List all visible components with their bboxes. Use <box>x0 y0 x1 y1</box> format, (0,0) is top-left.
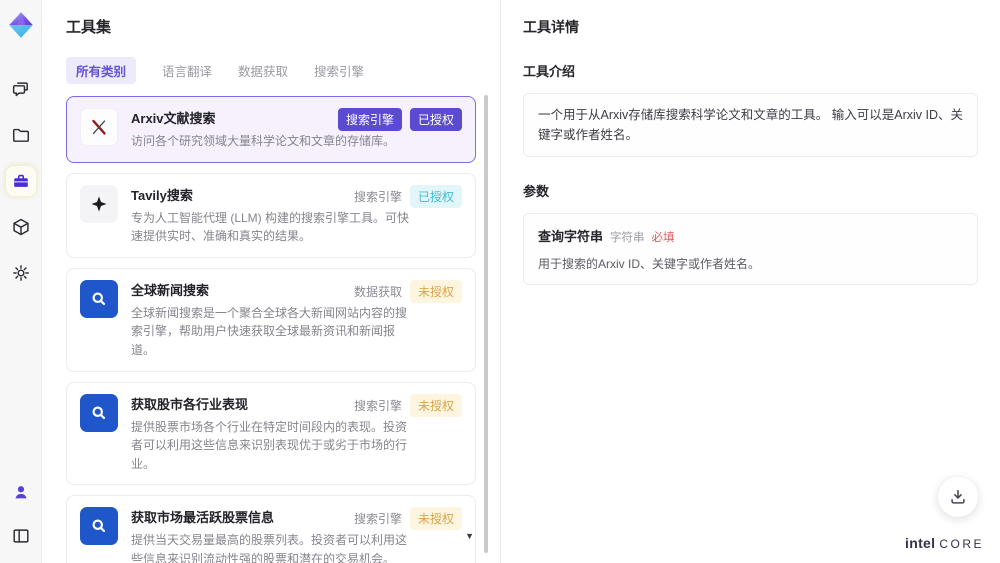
sidebar-item-models[interactable] <box>6 212 36 242</box>
gear-icon <box>12 265 29 281</box>
tool-card[interactable]: Arxiv文献搜索 访问各个研究领域大量科学论文和文章的存储库。 搜索引擎 已授… <box>66 96 476 163</box>
tool-description: 提供股票市场各个行业在特定时间段内的表现。投资者可以利用这些信息来识别表现优于或… <box>131 419 408 471</box>
download-button[interactable] <box>938 477 978 517</box>
intro-text: 一个用于从Arxiv存储库搜索科学论文和文章的工具。 输入可以是Arxiv ID… <box>523 93 978 157</box>
sidebar-item-tools[interactable] <box>5 166 36 196</box>
parameter-name: 查询字符串 <box>538 229 604 244</box>
category-badge: 数据获取 <box>353 284 402 299</box>
category-badge: 搜索引擎 <box>353 189 402 204</box>
panel-layout-icon <box>12 529 29 543</box>
app-logo-icon <box>6 10 36 40</box>
user-avatar-icon <box>15 486 26 499</box>
tool-card[interactable]: Tavily搜索 专为人工智能代理 (LLM) 构建的搜索引擎工具。可快速提供实… <box>66 172 476 258</box>
tool-description: 访问各个研究领域大量科学论文和文章的存储库。 <box>131 134 396 148</box>
tab-data-fetch[interactable]: 数据获取 <box>238 57 288 84</box>
search-magnifier-icon <box>92 519 106 533</box>
cube-icon <box>12 218 29 236</box>
sidebar-item-collapse-panel[interactable] <box>6 521 36 551</box>
tool-list-pane: 工具集 所有类别 语言翻译 数据获取 搜索引擎 Arxiv文献搜索 访问各个研究… <box>42 0 500 563</box>
tab-search-engine[interactable]: 搜索引擎 <box>314 57 364 84</box>
detail-title: 工具详情 <box>523 19 579 35</box>
search-magnifier-icon <box>92 292 106 305</box>
tab-all-categories[interactable]: 所有类别 <box>66 57 137 84</box>
parameter-card: 查询字符串 字符串 必填 用于搜索的Arxiv ID、关键字或作者姓名。 <box>523 213 978 285</box>
tool-description: 全球新闻搜索是一个聚合全球各大新闻网站内容的搜索引擎，帮助用户快速获取全球最新资… <box>131 305 408 357</box>
page-title: 工具集 <box>66 19 112 36</box>
sidebar-item-account[interactable] <box>6 477 36 507</box>
category-badge: 搜索引擎 <box>353 398 402 413</box>
auth-badge: 未授权 <box>409 393 462 417</box>
parameter-type: 字符串 <box>610 232 645 244</box>
search-magnifier-icon <box>92 406 106 419</box>
parameter-required-flag: 必填 <box>651 232 675 244</box>
app-window: 工具集 所有类别 语言翻译 数据获取 搜索引擎 Arxiv文献搜索 访问各个研究… <box>0 0 1000 563</box>
folder-icon <box>12 128 29 142</box>
download-icon <box>951 489 965 504</box>
tool-description: 专为人工智能代理 (LLM) 构建的搜索引擎工具。可快速提供实时、准确和真实的结… <box>131 210 410 244</box>
scroll-down-indicator: ▼ <box>465 531 474 541</box>
sidebar <box>0 0 42 563</box>
auth-badge: 已授权 <box>409 108 462 131</box>
tool-card[interactable]: 全球新闻搜索 全球新闻搜索是一个聚合全球各大新闻网站内容的搜索引擎，帮助用户快速… <box>66 267 476 372</box>
tavily-star-icon <box>91 196 107 212</box>
tool-list: Arxiv文献搜索 访问各个研究领域大量科学论文和文章的存储库。 搜索引擎 已授… <box>66 96 476 563</box>
intro-heading: 工具介绍 <box>523 64 576 79</box>
intel-core-logo: intel CORE <box>905 535 984 551</box>
chat-icon <box>12 82 28 97</box>
tab-language-translation[interactable]: 语言翻译 <box>162 57 212 84</box>
category-badge: 搜索引擎 <box>337 108 402 131</box>
tool-description: 提供当天交易量最高的股票列表。投资者可以利用这些信息来识别流动性强的股票和潜在的… <box>131 533 408 563</box>
toolbox-icon <box>13 174 28 187</box>
parameter-description: 用于搜索的Arxiv ID、关键字或作者姓名。 <box>538 257 761 271</box>
params-heading: 参数 <box>523 184 550 199</box>
auth-badge: 未授权 <box>409 279 462 303</box>
sidebar-item-chat[interactable] <box>6 74 36 104</box>
brand-intel-text: intel <box>905 535 936 551</box>
sidebar-item-settings[interactable] <box>6 258 36 288</box>
tool-card[interactable]: 获取股市各行业表现 提供股票市场各个行业在特定时间段内的表现。投资者可以利用这些… <box>66 381 476 486</box>
brand-core-text: CORE <box>939 537 984 551</box>
sidebar-item-files[interactable] <box>6 120 36 150</box>
category-tabs: 所有类别 语言翻译 数据获取 搜索引擎 <box>66 57 476 84</box>
category-badge: 搜索引擎 <box>353 512 402 527</box>
auth-badge: 未授权 <box>409 507 462 531</box>
list-scrollbar-thumb[interactable] <box>484 95 488 553</box>
tool-card[interactable]: 获取市场最活跃股票信息 提供当天交易量最高的股票列表。投资者可以利用这些信息来识… <box>66 495 476 563</box>
tool-detail-pane: 工具详情 工具介绍 一个用于从Arxiv存储库搜索科学论文和文章的工具。 输入可… <box>500 0 1000 563</box>
auth-badge: 已授权 <box>409 184 462 208</box>
arxiv-icon <box>92 119 106 135</box>
